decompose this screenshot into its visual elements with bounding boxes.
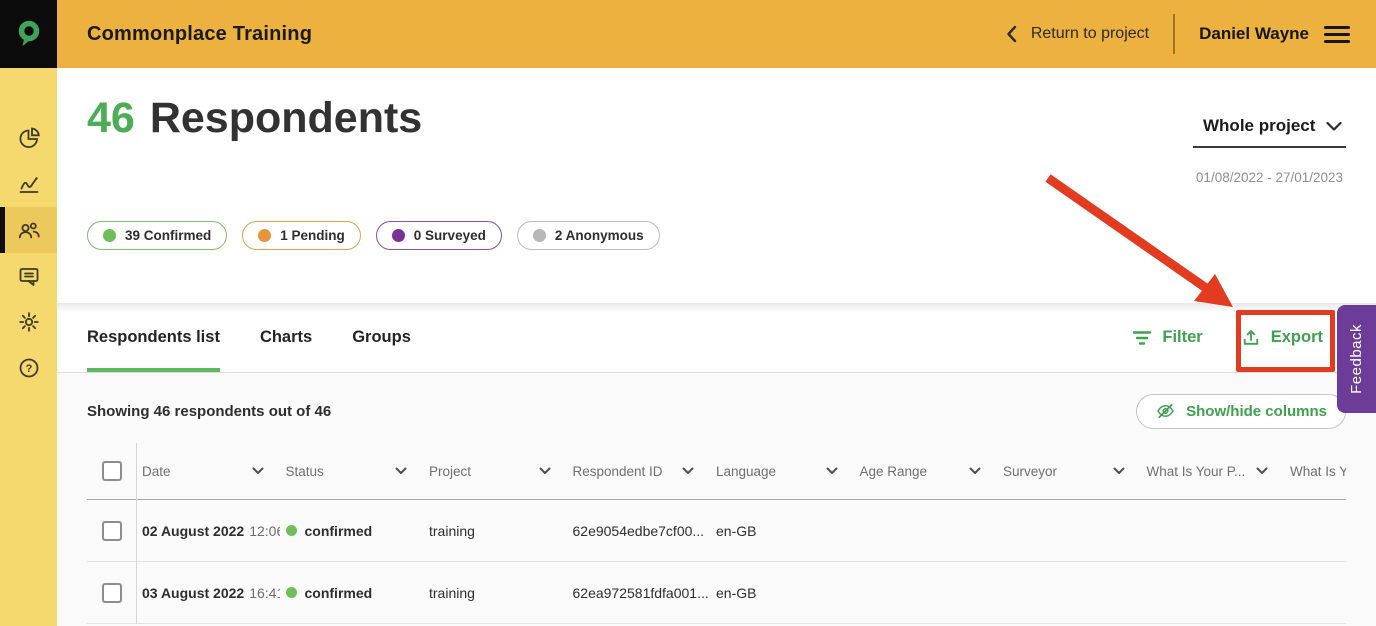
- app-title: Commonplace Training: [87, 23, 312, 46]
- top-bar: Commonplace Training Return to project D…: [0, 0, 1376, 68]
- export-button[interactable]: Export: [1241, 328, 1323, 348]
- respondents-table: Date Status Project Respondent ID Langua…: [87, 443, 1346, 624]
- column-header-status: Status: [280, 464, 424, 479]
- upload-icon: [1241, 328, 1261, 348]
- pie-chart-icon: [17, 126, 41, 150]
- status-dot-surveyed: [392, 229, 405, 242]
- cell-date: 02 August 202212:06:5: [136, 523, 280, 539]
- show-hide-columns-button[interactable]: Show/hide columns: [1136, 394, 1346, 429]
- table-row[interactable]: 02 August 202212:06:5 confirmed training…: [87, 500, 1346, 562]
- status-dot-confirmed: [286, 587, 297, 598]
- header-divider: [1173, 14, 1175, 54]
- badge-anonymous[interactable]: 2 Anonymous: [517, 221, 660, 250]
- chevron-left-icon: [1006, 25, 1017, 43]
- filter-icon: [1132, 330, 1152, 346]
- cell-status: confirmed: [280, 523, 424, 539]
- column-header-what-is-your-p: What Is Your P...: [1141, 464, 1285, 479]
- cell-project: training: [423, 585, 567, 601]
- commonplace-logo[interactable]: [0, 0, 57, 68]
- chevron-down-icon[interactable]: [682, 467, 694, 475]
- chevron-down-icon[interactable]: [539, 467, 551, 475]
- badge-confirmed[interactable]: 39 Confirmed: [87, 221, 227, 250]
- people-icon: [17, 218, 41, 242]
- sidebar-item-help[interactable]: ?: [0, 345, 57, 391]
- status-dot-confirmed: [286, 525, 297, 536]
- help-icon: ?: [17, 356, 41, 380]
- map-pin-logo-icon: [15, 18, 43, 50]
- badge-pending[interactable]: 1 Pending: [242, 221, 361, 250]
- line-chart-icon: [17, 172, 41, 196]
- cell-language: en-GB: [710, 585, 854, 601]
- row-checkbox[interactable]: [102, 521, 122, 541]
- tab-groups[interactable]: Groups: [352, 303, 411, 372]
- sidebar-item-settings[interactable]: [0, 299, 57, 345]
- sidebar-item-analytics[interactable]: [0, 161, 57, 207]
- cell-respondent-id: 62e9054edbe7cf00...: [567, 523, 711, 539]
- column-header-surveyor: Surveyor: [997, 464, 1141, 479]
- results-summary: Showing 46 respondents out of 46: [87, 403, 331, 420]
- project-scope-dropdown[interactable]: Whole project: [1193, 116, 1346, 148]
- table-row[interactable]: 03 August 202216:41:2 confirmed training…: [87, 562, 1346, 624]
- return-to-project-link[interactable]: Return to project: [1006, 25, 1149, 43]
- column-header-age-range: Age Range: [854, 464, 998, 479]
- eye-off-icon: [1155, 401, 1176, 421]
- page-title-label: Respondents: [150, 94, 422, 143]
- chevron-down-icon[interactable]: [252, 467, 264, 475]
- sidebar: ?: [0, 68, 57, 626]
- feedback-tab[interactable]: Feedback: [1337, 305, 1376, 413]
- chevron-down-icon: [1326, 122, 1342, 131]
- sidebar-item-comments[interactable]: [0, 253, 57, 299]
- comments-icon: [17, 264, 41, 288]
- filter-button[interactable]: Filter: [1132, 328, 1202, 347]
- hamburger-menu-icon[interactable]: [1324, 26, 1350, 43]
- select-all-checkbox[interactable]: [102, 461, 122, 481]
- cell-project: training: [423, 523, 567, 539]
- overview-section: 46 Respondents Whole project 01/08/2022 …: [57, 68, 1376, 303]
- status-dot-confirmed: [103, 229, 116, 242]
- column-header-language: Language: [710, 464, 854, 479]
- status-badges: 39 Confirmed 1 Pending 0 Surveyed 2 Anon…: [87, 221, 660, 250]
- chevron-down-icon[interactable]: [1256, 467, 1268, 475]
- sidebar-item-charts-pie[interactable]: [0, 115, 57, 161]
- column-header-respondent-id: Respondent ID: [567, 464, 711, 479]
- cell-date: 03 August 202216:41:2: [136, 585, 280, 601]
- tab-bar: Respondents list Charts Groups Filter Ex: [57, 303, 1376, 373]
- cell-language: en-GB: [710, 523, 854, 539]
- column-header-project: Project: [423, 464, 567, 479]
- svg-text:?: ?: [25, 363, 32, 375]
- table-column-divider: [136, 443, 137, 624]
- column-header-what-is-yo: What Is Yo: [1284, 464, 1346, 479]
- status-dot-anonymous: [533, 229, 546, 242]
- status-dot-pending: [258, 229, 271, 242]
- user-menu[interactable]: Daniel Wayne: [1199, 24, 1309, 44]
- chevron-down-icon[interactable]: [969, 467, 981, 475]
- tab-charts[interactable]: Charts: [260, 303, 312, 372]
- tab-respondents-list[interactable]: Respondents list: [87, 303, 220, 372]
- cell-respondent-id: 62ea972581fdfa001...: [567, 585, 711, 601]
- sidebar-item-respondents[interactable]: [0, 207, 57, 253]
- column-header-date: Date: [136, 464, 280, 479]
- row-checkbox[interactable]: [102, 583, 122, 603]
- respondent-count: 46: [87, 94, 135, 143]
- cell-status: confirmed: [280, 585, 424, 601]
- settings-icon: [17, 310, 41, 334]
- table-header-row: Date Status Project Respondent ID Langua…: [87, 443, 1346, 500]
- chevron-down-icon[interactable]: [395, 467, 407, 475]
- chevron-down-icon[interactable]: [1113, 467, 1125, 475]
- chevron-down-icon[interactable]: [826, 467, 838, 475]
- respondents-list-section: Showing 46 respondents out of 46 Show/hi…: [57, 373, 1376, 626]
- badge-surveyed[interactable]: 0 Surveyed: [376, 221, 502, 250]
- date-range: 01/08/2022 - 27/01/2023: [1193, 170, 1346, 185]
- page-title: 46 Respondents: [87, 94, 422, 143]
